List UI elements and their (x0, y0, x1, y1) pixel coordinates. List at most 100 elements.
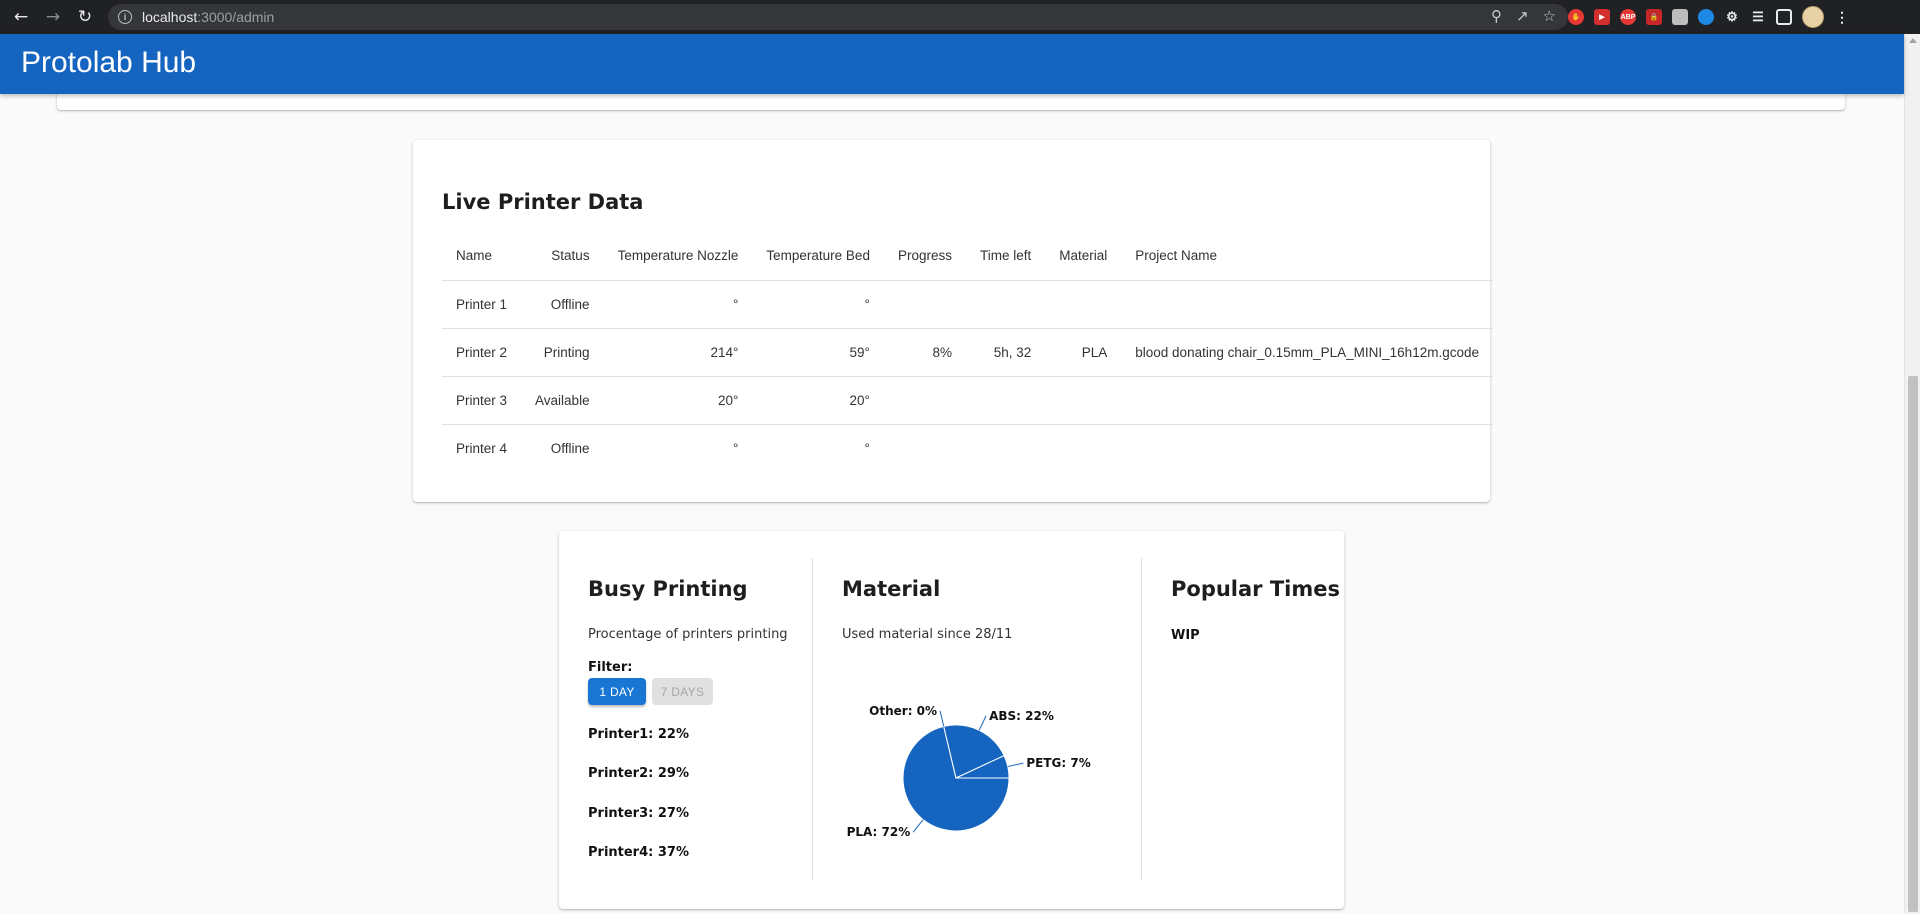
cell-progress: 8% (883, 328, 966, 377)
cell-progress (883, 376, 966, 425)
printer-table: Name Status Temperature Nozzle Temperatu… (442, 232, 1493, 472)
pie-leader-line (939, 710, 945, 727)
extension-video-icon[interactable]: ▶ (1594, 9, 1610, 25)
address-bar[interactable]: i localhost:3000/admin ⚲ ↗ ☆ (108, 4, 1568, 30)
cell-name: Printer 1 (442, 280, 522, 329)
profile-avatar[interactable] (1802, 6, 1824, 28)
cell-project (1121, 376, 1493, 425)
cell-time-left (965, 376, 1046, 425)
pie-label: PLA: 72% (847, 825, 911, 839)
pie-label: PETG: 7% (1026, 756, 1090, 770)
table-row: Printer 3 Available 20° 20° (442, 376, 1493, 425)
cell-time-left: 5h, 32 (965, 328, 1046, 377)
busy-printing-title: Busy Printing (588, 577, 748, 601)
app-header: Protolab Hub (0, 34, 1904, 94)
share-icon[interactable]: ↗ (1516, 7, 1529, 25)
pie-label: Other: 0% (869, 704, 937, 718)
live-printer-card: Live Printer Data Name Status Temperatur… (413, 140, 1493, 502)
cell-bed: 59° (752, 328, 884, 377)
popular-times-wip: WIP (1171, 628, 1200, 643)
page-scrollbar[interactable] (1904, 34, 1920, 914)
extensions-puzzle-icon[interactable]: ⚙ (1724, 9, 1740, 25)
col-nozzle: Temperature Nozzle (603, 232, 753, 281)
cell-bed: ° (864, 440, 870, 456)
cell-status: Printing (521, 328, 604, 377)
col-name: Name (442, 232, 522, 281)
cell-name: Printer 4 (456, 440, 508, 456)
cell-name: Printer 3 (442, 376, 522, 425)
cell-status: Offline (521, 280, 604, 329)
cell-progress (883, 280, 966, 329)
extension-lock-icon[interactable]: 🔒 (1646, 9, 1662, 25)
cell-bed: 20° (752, 376, 884, 425)
table-row: Printer 1 Offline ° ° (442, 280, 1493, 329)
table-header-row: Name Status Temperature Nozzle Temperatu… (442, 232, 1493, 281)
col-progress: Progress (883, 232, 966, 281)
scroll-up-arrow-icon[interactable] (1909, 38, 1917, 43)
cell-project (1121, 280, 1493, 329)
col-status: Status (521, 232, 604, 281)
browser-toolbar: ← → ↻ i localhost:3000/admin ⚲ ↗ ☆ ✋ ▶ A… (0, 0, 1920, 34)
back-arrow-icon[interactable]: ← (10, 6, 32, 28)
adblock-icon[interactable]: ABP (1620, 9, 1636, 25)
live-printer-title: Live Printer Data (442, 190, 644, 214)
col-material: Material (1045, 232, 1122, 281)
extension-hand-icon[interactable]: ✋ (1568, 9, 1584, 25)
printer1-stat: Printer1: 22% (588, 727, 689, 742)
section-divider (812, 558, 813, 880)
zoom-icon[interactable]: ⚲ (1491, 7, 1502, 25)
cell-time-left (965, 280, 1046, 329)
popular-times-title: Popular Times (1171, 577, 1340, 601)
printer2-stat: Printer2: 29% (588, 766, 689, 781)
cell-bed: ° (752, 280, 884, 329)
bookmark-star-icon[interactable]: ☆ (1543, 7, 1556, 25)
stats-card: Busy Printing Procentage of printers pri… (559, 531, 1344, 909)
cell-status: Available (521, 376, 604, 425)
printer3-stat: Printer3: 27% (588, 806, 689, 821)
section-divider (1141, 558, 1142, 880)
extension-doc-icon[interactable] (1672, 9, 1688, 25)
col-project: Project Name (1121, 232, 1493, 281)
pie-leader-line (912, 819, 924, 833)
cell-project: blood donating chair_0.15mm_PLA_MINI_16h… (1121, 328, 1493, 377)
col-time-left: Time left (965, 232, 1046, 281)
cell-project (1121, 424, 1493, 472)
material-pie-chart: PLA: 72% Other: 0% ABS: 22% PETG: 7% (847, 704, 1091, 839)
filter-7-days-button[interactable]: 7 DAYS (652, 678, 713, 705)
pie-label: ABS: 22% (989, 709, 1054, 723)
app-title: Protolab Hub (21, 46, 197, 79)
table-row: Printer 2 Printing 214° 59° 8% 5h, 32 PL… (442, 328, 1493, 377)
reload-icon[interactable]: ↻ (74, 6, 96, 28)
material-title: Material (842, 577, 941, 601)
url-path: :3000/admin (197, 9, 275, 25)
cell-name: Printer 2 (442, 328, 522, 377)
busy-printing-subtitle: Procentage of printers printing (588, 627, 788, 642)
cell-progress (884, 424, 966, 472)
material-subtitle: Used material since 28/11 (842, 627, 1013, 642)
pie-leader-line (1007, 762, 1024, 768)
cell-nozzle: ° (732, 440, 739, 456)
filter-1-day-button[interactable]: 1 DAY (588, 678, 646, 705)
cell-nozzle: 20° (603, 376, 753, 425)
cell-time-left (966, 424, 1045, 472)
url-text[interactable]: localhost:3000/admin (142, 9, 274, 25)
col-bed: Temperature Bed (752, 232, 884, 281)
cell-nozzle: ° (603, 280, 753, 329)
reading-list-icon[interactable]: ☰ (1750, 9, 1766, 25)
printer4-stat: Printer4: 37% (588, 845, 689, 860)
site-info-icon[interactable]: i (118, 10, 132, 24)
cell-nozzle: 214° (603, 328, 753, 377)
forward-arrow-icon[interactable]: → (42, 6, 64, 28)
table-row: Printer 4 Offline ° ° (442, 424, 1493, 472)
cell-material (1045, 424, 1121, 472)
cell-material: PLA (1045, 328, 1122, 377)
menu-kebab-icon[interactable]: ⋮ (1834, 9, 1850, 25)
cell-status: Offline (550, 440, 590, 456)
cell-material (1045, 376, 1122, 425)
filter-label: Filter: (588, 660, 633, 675)
side-panel-icon[interactable] (1776, 9, 1792, 25)
pie-leader-line (978, 715, 987, 731)
scrollbar-thumb[interactable] (1908, 376, 1918, 912)
url-host: localhost (142, 9, 198, 25)
extension-docs-icon[interactable] (1698, 9, 1714, 25)
